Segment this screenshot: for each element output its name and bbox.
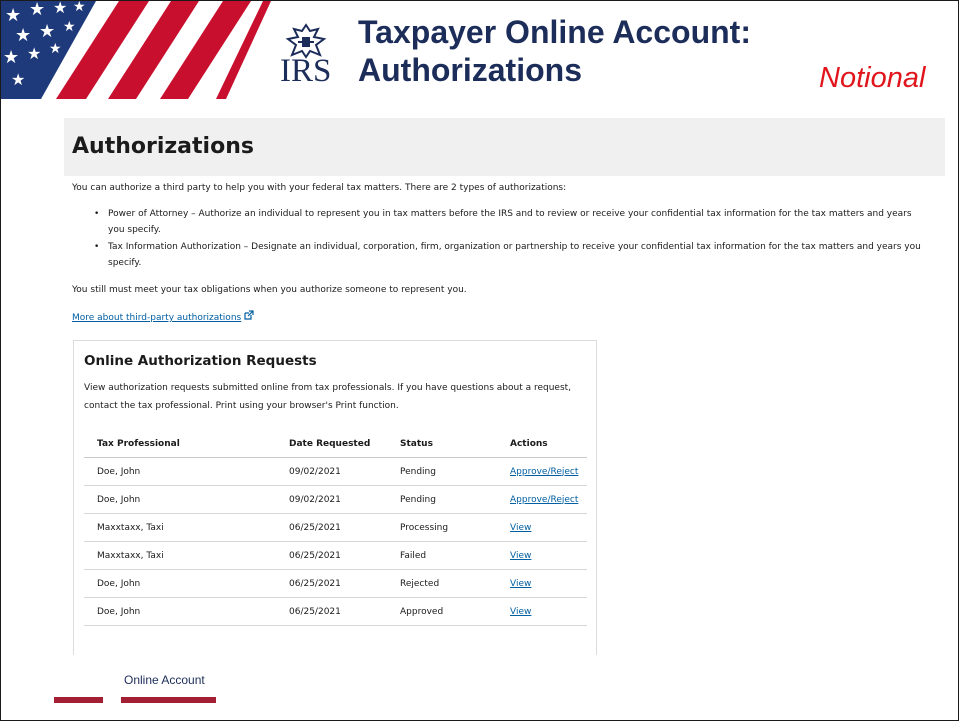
cell-tax-professional: Maxxtaxx, Taxi [84,513,276,542]
card-title: Online Authorization Requests [84,353,317,369]
authorization-types-list: Power of Attorney – Authorize an individ… [94,207,924,273]
cell-date-requested: 06/25/2021 [276,513,387,542]
svg-text:★: ★ [27,44,41,63]
svg-text:★: ★ [63,19,76,35]
view-link[interactable]: View [510,523,531,533]
cell-date-requested: 09/02/2021 [276,457,387,486]
column-header-actions: Actions [497,431,587,458]
cell-status: Pending [387,457,497,486]
list-item-tax-information-authorization: Tax Information Authorization – Designat… [94,240,924,271]
slide-title: Taxpayer Online Account: Authorizations [358,13,751,89]
column-header-tax-professional: Tax Professional [84,431,276,458]
svg-text:★: ★ [3,47,19,68]
authorizations-page: Authorizations You can authorize a third… [58,118,945,655]
table-header-row: Tax Professional Date Requested Status A… [84,431,587,458]
list-item-power-of-attorney: Power of Attorney – Authorize an individ… [94,207,924,238]
card-description: View authorization requests submitted on… [84,383,572,411]
cell-tax-professional: Doe, John [84,485,276,514]
slide-title-line1: Taxpayer Online Account: [358,14,751,50]
approve-reject-link[interactable]: Approve/Reject [510,467,578,477]
view-link[interactable]: View [510,551,531,561]
table-row: Maxxtaxx, Taxi 06/25/2021 Failed View [84,541,587,570]
table-row: Doe, John 09/02/2021 Pending Approve/Rej… [84,485,587,514]
column-header-status: Status [387,431,497,458]
intro-text: You can authorize a third party to help … [72,183,567,193]
svg-text:★: ★ [73,1,86,15]
slide-title-line2: Authorizations [358,52,582,88]
view-link[interactable]: View [510,607,531,617]
svg-text:★: ★ [29,1,45,20]
american-flag-graphic: ★ ★ ★ ★ ★ ★ ★ ★ ★ ★ ★ [1,1,271,99]
cell-tax-professional: Doe, John [84,597,276,626]
cell-status: Pending [387,485,497,514]
cell-date-requested: 06/25/2021 [276,569,387,598]
svg-text:★: ★ [39,21,55,42]
notional-tag: Notional [819,62,926,94]
irs-logo-text: IRS [280,53,332,89]
cell-date-requested: 09/02/2021 [276,485,387,514]
page-title: Authorizations [72,134,254,159]
cell-status: Failed [387,541,497,570]
cell-tax-professional: Maxxtaxx, Taxi [84,541,276,570]
table-row: Doe, John 06/25/2021 Rejected View [84,569,587,598]
cell-status: Processing [387,513,497,542]
footer-accent-bar [121,697,216,703]
online-authorization-requests-card: Online Authorization Requests View autho… [73,340,597,655]
svg-text:★: ★ [5,5,21,26]
cell-status: Rejected [387,569,497,598]
table-row: Maxxtaxx, Taxi 06/25/2021 Processing Vie… [84,513,587,542]
svg-text:★: ★ [15,25,31,46]
table-row: Doe, John 06/25/2021 Approved View [84,597,587,626]
cell-date-requested: 06/25/2021 [276,597,387,626]
obligations-text: You still must meet your tax obligations… [72,285,467,295]
slide: ★ ★ ★ ★ ★ ★ ★ ★ ★ ★ ★ IRS Taxpayer Onlin… [0,0,959,721]
view-link[interactable]: View [510,579,531,589]
footer-label: Online Account [124,673,205,687]
cell-status: Approved [387,597,497,626]
svg-text:★: ★ [11,70,25,89]
cell-tax-professional: Doe, John [84,569,276,598]
column-header-date-requested: Date Requested [276,431,387,458]
cell-tax-professional: Doe, John [84,457,276,486]
requests-table: Tax Professional Date Requested Status A… [84,431,587,626]
table-row: Doe, John 09/02/2021 Pending Approve/Rej… [84,457,587,486]
irs-logo: IRS [280,23,352,91]
svg-text:★: ★ [53,1,67,17]
more-link-label: More about third-party authorizations [72,313,242,323]
external-link-icon [244,310,254,324]
approve-reject-link[interactable]: Approve/Reject [510,495,578,505]
cell-date-requested: 06/25/2021 [276,541,387,570]
svg-text:★: ★ [49,41,62,57]
footer-accent-bar [54,697,103,703]
more-about-authorizations-link[interactable]: More about third-party authorizations [72,310,254,325]
